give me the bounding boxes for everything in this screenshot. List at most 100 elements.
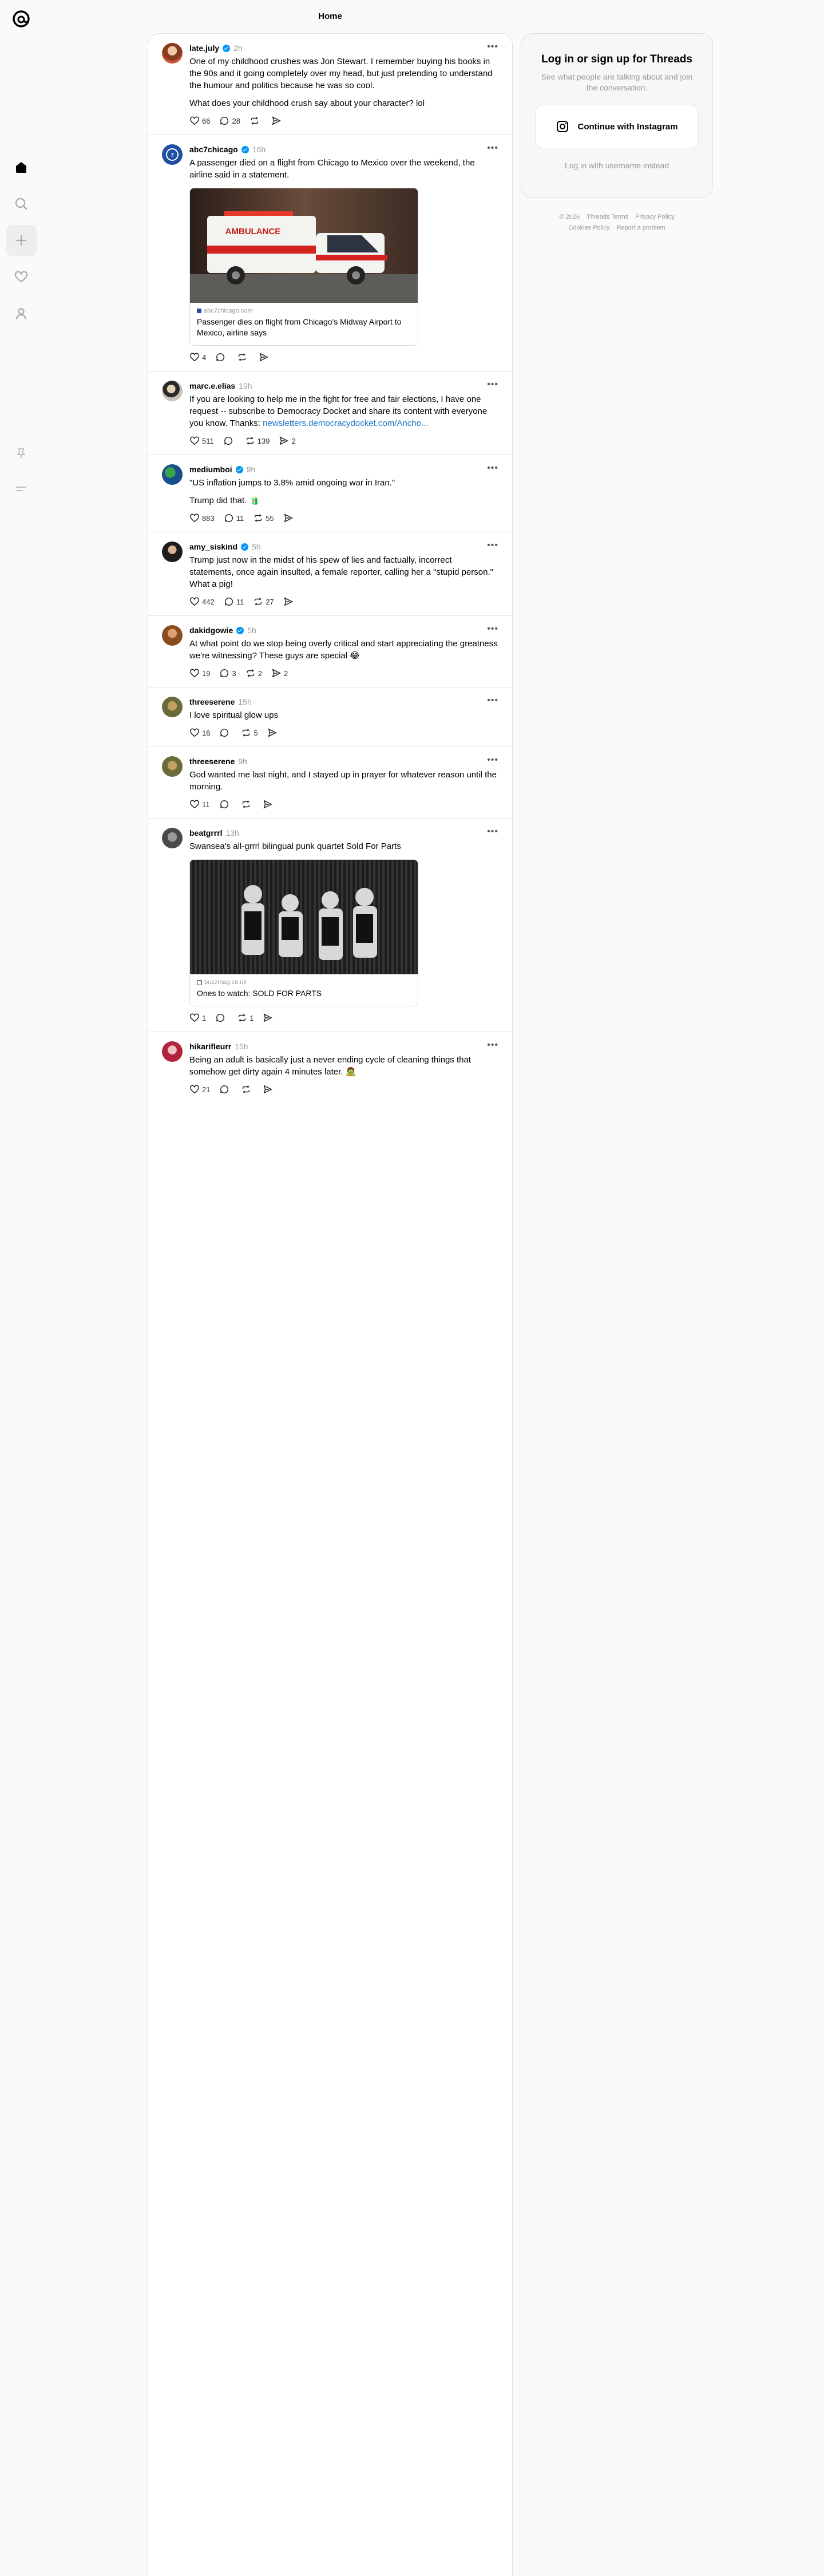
more-options-icon[interactable]: •••: [487, 541, 498, 550]
share-button[interactable]: [283, 596, 296, 607]
repost-button[interactable]: [241, 1084, 253, 1095]
avatar[interactable]: [162, 542, 183, 562]
post[interactable]: mediumboi 9h "US inflation jumps to 3.8% …: [148, 455, 512, 532]
post-username[interactable]: beatgrrrl: [189, 828, 223, 837]
avatar[interactable]: [162, 625, 183, 646]
more-options-icon[interactable]: •••: [487, 827, 498, 836]
share-button[interactable]: 2: [279, 436, 296, 446]
like-button[interactable]: 21: [189, 1084, 210, 1095]
heart-icon: [190, 1013, 199, 1022]
threads-logo[interactable]: [11, 9, 31, 29]
repost-button[interactable]: 5: [241, 728, 258, 738]
like-button[interactable]: 19: [189, 668, 210, 678]
post[interactable]: marc.e.elias 19h If you are looking to he…: [148, 372, 512, 455]
footer-privacy-link[interactable]: Privacy Policy: [635, 214, 674, 220]
avatar[interactable]: [162, 43, 183, 64]
login-username-link[interactable]: Log in with username instead: [535, 161, 699, 170]
reply-button[interactable]: [219, 728, 232, 738]
like-button[interactable]: 11: [189, 799, 210, 809]
post-username[interactable]: amy_siskind: [189, 542, 237, 551]
more-options-icon[interactable]: •••: [487, 144, 498, 153]
share-button[interactable]: [283, 513, 296, 523]
avatar[interactable]: [162, 828, 183, 848]
reply-button[interactable]: 28: [219, 116, 240, 126]
like-button[interactable]: 4: [189, 352, 206, 362]
more-options-icon[interactable]: •••: [487, 380, 498, 389]
repost-button[interactable]: [237, 352, 249, 362]
nav-home[interactable]: [6, 152, 37, 183]
more-options-icon[interactable]: •••: [487, 1041, 498, 1050]
reply-button[interactable]: [219, 799, 232, 809]
footer-terms-link[interactable]: Threads Terms: [587, 214, 628, 220]
avatar[interactable]: [162, 381, 183, 401]
post-username[interactable]: dakidgowie: [189, 626, 233, 635]
post[interactable]: hikarifleurr 15h Being an adult is basica…: [148, 1032, 512, 1103]
reply-button[interactable]: 11: [224, 513, 244, 523]
nav-activity[interactable]: [6, 262, 37, 293]
avatar[interactable]: [162, 756, 183, 777]
post-username[interactable]: hikarifleurr: [189, 1042, 231, 1051]
post[interactable]: late.july 2h One of my childhood crushes …: [148, 34, 512, 135]
like-button[interactable]: 511: [189, 436, 214, 446]
share-button[interactable]: [263, 799, 275, 809]
share-button[interactable]: [263, 1013, 275, 1023]
reply-button[interactable]: [219, 1084, 232, 1095]
more-options-icon[interactable]: •••: [487, 42, 498, 52]
continue-with-instagram-button[interactable]: Continue with Instagram: [535, 105, 699, 148]
nav-profile[interactable]: [6, 298, 37, 329]
nav-search[interactable]: [6, 188, 37, 219]
avatar[interactable]: [162, 464, 183, 485]
post[interactable]: dakidgowie 5h At what point do we stop be…: [148, 616, 512, 688]
avatar[interactable]: [162, 1041, 183, 1062]
nav-menu[interactable]: [6, 473, 37, 504]
avatar[interactable]: [162, 697, 183, 717]
reply-button[interactable]: [215, 352, 228, 362]
share-button[interactable]: [271, 116, 284, 126]
repost-button[interactable]: 27: [253, 596, 274, 607]
nav-pin[interactable]: [6, 438, 37, 469]
post[interactable]: amy_siskind 5h Trump just now in the mids…: [148, 532, 512, 616]
like-button[interactable]: 16: [189, 728, 210, 738]
verified-badge-icon: [223, 44, 231, 52]
reply-button[interactable]: [215, 1013, 228, 1023]
post[interactable]: threeserene 15h I love spiritual glow ups…: [148, 688, 512, 747]
nav-create[interactable]: [6, 225, 37, 256]
like-button[interactable]: 442: [189, 596, 215, 607]
reply-button[interactable]: 3: [219, 668, 236, 678]
reply-button[interactable]: 11: [224, 596, 244, 607]
share-button[interactable]: 2: [271, 668, 288, 678]
like-button[interactable]: 66: [189, 116, 210, 126]
like-count: 1: [202, 1013, 207, 1022]
footer-report-link[interactable]: Report a problem: [617, 224, 665, 231]
more-options-icon[interactable]: •••: [487, 696, 498, 705]
link-card[interactable]: AMBULANCE abc7chicago.com Passenger dies…: [189, 188, 418, 346]
post[interactable]: threeserene 9h God wanted me last night, …: [148, 747, 512, 819]
footer-cookies-link[interactable]: Cookies Policy: [568, 224, 609, 231]
like-button[interactable]: 883: [189, 513, 215, 523]
repost-button[interactable]: 139: [245, 436, 270, 446]
post-link[interactable]: newsletters.democracydocket.com/Ancho...: [263, 418, 428, 428]
post-username[interactable]: threeserene: [189, 757, 235, 766]
repost-button[interactable]: [241, 799, 253, 809]
post-username[interactable]: late.july: [189, 44, 219, 53]
share-button[interactable]: [267, 728, 280, 738]
repost-button[interactable]: 2: [245, 668, 262, 678]
like-button[interactable]: 1: [189, 1013, 206, 1023]
share-button[interactable]: [259, 352, 271, 362]
repost-button[interactable]: 1: [237, 1013, 253, 1023]
repost-button[interactable]: 55: [253, 513, 274, 523]
post[interactable]: beatgrrrl 13h Swansea's all-grrrl bilingu…: [148, 819, 512, 1032]
post-username[interactable]: marc.e.elias: [189, 381, 235, 390]
post-username[interactable]: threeserene: [189, 697, 235, 706]
post-username[interactable]: mediumboi: [189, 465, 232, 474]
reply-button[interactable]: [223, 436, 236, 446]
more-options-icon[interactable]: •••: [487, 464, 498, 473]
more-options-icon[interactable]: •••: [487, 625, 498, 634]
post-username[interactable]: abc7chicago: [189, 145, 238, 154]
more-options-icon[interactable]: •••: [487, 756, 498, 765]
repost-button[interactable]: [249, 116, 262, 126]
link-card[interactable]: buzzmag.co.uk Ones to watch: SOLD FOR PA…: [189, 859, 418, 1006]
avatar[interactable]: 7: [162, 144, 183, 165]
post[interactable]: 7 abc7chicago 16h A passenger died on a f…: [148, 135, 512, 372]
share-button[interactable]: [263, 1084, 275, 1095]
